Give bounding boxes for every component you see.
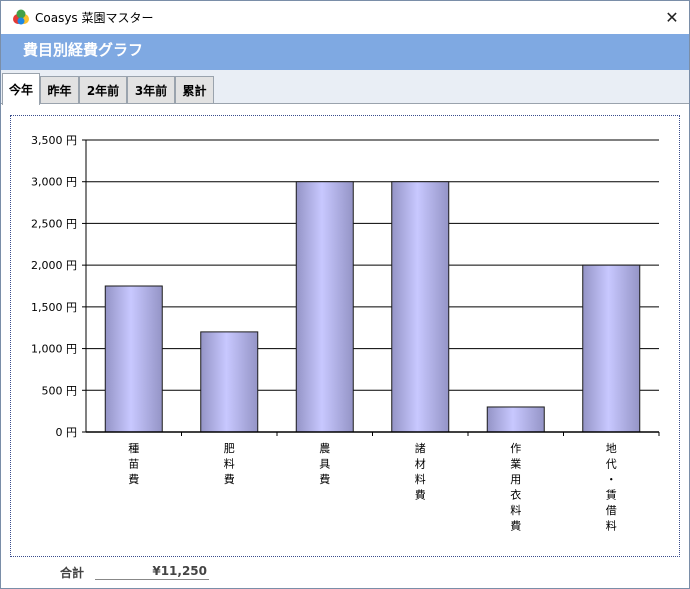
bar-2: [200, 331, 259, 433]
window-title: Coasys 菜園マスター: [35, 11, 154, 25]
bar-1: [104, 285, 163, 433]
y-tick-label: 0 円: [56, 426, 78, 439]
tab-cumulative[interactable]: 累計: [175, 76, 214, 104]
grid-lines: [86, 139, 659, 433]
x-axis-ticks: 種苗費 肥料費 農具費 諸材料費 作業用衣料費 地代・賃借料: [128, 432, 660, 533]
y-tick-label: 1,500 円: [31, 301, 77, 314]
bar-6: [582, 264, 641, 433]
bar-5: [486, 406, 545, 433]
y-tick-label: 3,000 円: [31, 176, 77, 189]
x-category-label: 諸材料費: [415, 441, 426, 502]
chart-frame: 0 円 500 円 1,000 円 1,500 円 2,000 円 2,500 円 3,00…: [10, 115, 680, 557]
tab-last-year[interactable]: 昨年: [40, 76, 79, 104]
total-label: 合計: [60, 566, 85, 580]
expense-bar-chart: 0 円 500 円 1,000 円 1,500 円 2,000 円 2,500 円 3,00…: [31, 134, 660, 533]
x-category-label: 種苗費: [128, 441, 139, 486]
tab-two-years-ago[interactable]: 2年前: [79, 76, 127, 104]
y-tick-label: 500 円: [42, 384, 78, 397]
app-window: Coasys 菜園マスター ✕ 費目別経費グラフ 今年 昨年 2年前 3年前 累…: [0, 0, 690, 589]
y-tick-label: 1,000 円: [31, 343, 77, 356]
vegetable-logo-icon: [13, 9, 29, 25]
y-axis-ticks: 0 円 500 円 1,000 円 1,500 円 2,000 円 2,500 円 3,00…: [31, 134, 86, 439]
tab-three-years-ago[interactable]: 3年前: [127, 76, 175, 104]
page-title: 費目別経費グラフ: [23, 41, 144, 59]
y-tick-label: 2,000 円: [31, 259, 77, 272]
tab-strip: 今年 昨年 2年前 3年前 累計: [1, 70, 689, 105]
y-tick-label: 2,500 円: [31, 217, 77, 230]
tab-this-year[interactable]: 今年: [2, 73, 40, 105]
axes: [85, 140, 659, 433]
x-category-label: 作業用衣料費: [510, 442, 521, 533]
y-tick-label: 3,500 円: [31, 134, 77, 147]
close-icon: ✕: [665, 7, 679, 27]
x-category-label: 肥料費: [224, 442, 235, 486]
bar-3: [295, 181, 354, 433]
header-band: 費目別経費グラフ: [1, 34, 689, 70]
total-value: ¥11,250: [95, 564, 209, 580]
close-button[interactable]: ✕: [655, 1, 689, 33]
bar-4: [391, 181, 450, 433]
x-category-label: 地代・賃借料: [606, 442, 617, 533]
x-category-label: 農具費: [319, 441, 330, 486]
tab-panel: 0 円 500 円 1,000 円 1,500 円 2,000 円 2,500 円 3,00…: [1, 103, 689, 563]
title-bar: Coasys 菜園マスター ✕: [1, 1, 689, 34]
